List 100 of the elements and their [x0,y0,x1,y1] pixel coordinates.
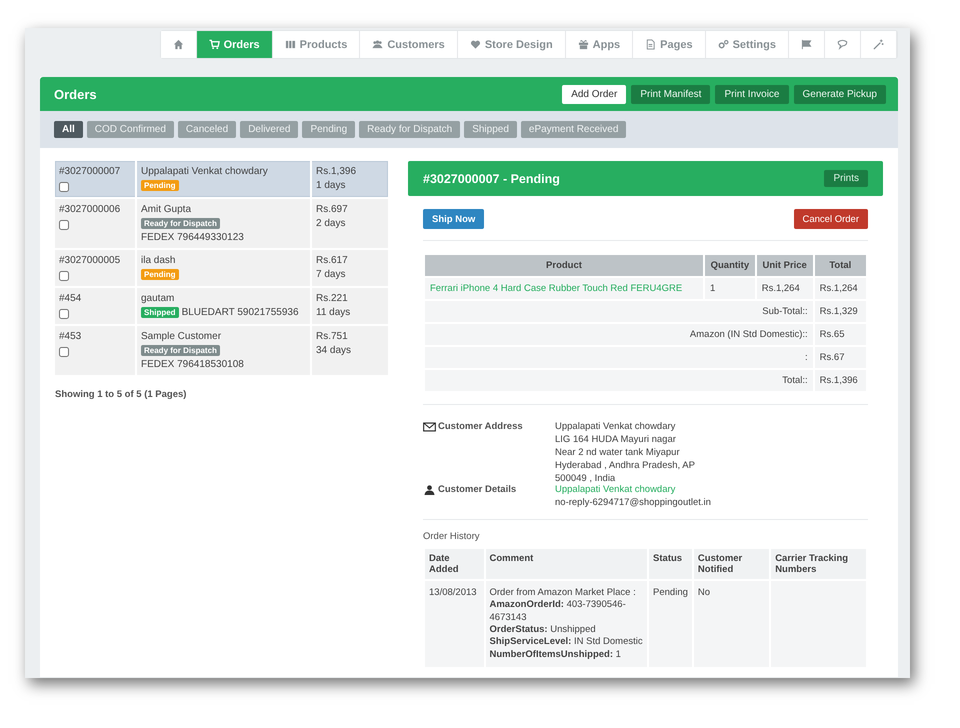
carrier-tracking: BLUEDART 59021755936 [182,307,299,318]
order-age: 11 days [316,307,352,318]
chat-icon [837,39,848,50]
row-checkbox[interactable] [59,347,69,357]
status-badge: Shipped [141,307,179,318]
envelope-icon [423,422,436,432]
column-header: Status [649,549,692,579]
total-value: Rs.65 [814,324,866,345]
column-header: Product [425,255,703,276]
history-title: Order History [423,531,480,542]
column-header: Comment [486,549,648,579]
status-badge: Pending [141,180,179,191]
filter-chip[interactable]: All [54,121,83,138]
row-background[interactable] [55,288,388,324]
ship-now-button[interactable]: Ship Now [423,209,484,229]
order-amount: Rs.221 [316,293,349,304]
order-age: 1 days [316,180,346,191]
address-line: Hyderabad , Andhra Pradesh, AP [555,460,696,471]
prints-button[interactable]: Prints [824,170,868,187]
column-header: Unit Price [756,255,813,276]
customer-name: gautam [141,293,176,304]
heart-icon [470,39,481,50]
address-label: Customer Address [423,421,523,432]
table-cell: Rs.1,264 [756,278,813,299]
address-line: Near 2 nd water tank Miyapur [555,447,681,458]
filter-chip[interactable]: COD Confirmed [86,121,174,138]
filter-chip[interactable]: Shipped [464,121,517,138]
order-age: 7 days [316,269,346,280]
order-age: 2 days [316,218,346,229]
filter-chip[interactable]: Delivered [240,121,298,138]
column-header: Total [814,255,866,276]
order-amount: Rs.1,396 [316,166,358,177]
order-id: #3027000006 [59,204,122,215]
action-button[interactable]: Generate Pickup [794,84,886,104]
row-checkbox[interactable] [59,182,69,192]
pagination-text: Showing 1 to 5 of 5 (1 Pages) [55,389,188,400]
product-link[interactable]: Ferrari iPhone 4 Hard Case Rubber Touch Red FERU4GRE [425,278,703,299]
cancel-order-button[interactable]: Cancel Order [794,209,868,229]
action-button[interactable]: Print Manifest [631,84,710,104]
total-label: Amazon (IN Std Domestic):: [425,324,813,345]
row-checkbox[interactable] [59,220,69,230]
table-cell: Pending [649,581,692,668]
address-line: 500049 , India [555,473,616,484]
row-background[interactable] [55,161,388,197]
order-title: #3027000007 - Pending [423,172,560,186]
row-background[interactable] [55,326,388,375]
grid-icon [284,39,296,50]
action-button[interactable]: Add Order [562,84,626,104]
total-value: Rs.1,329 [814,301,866,322]
order-id: #3027000007 [59,166,122,177]
user-icon [423,484,436,494]
customer-email: no-reply-6294717@shoppingoutlet.in [555,497,712,508]
customer-name: Uppalapati Venkat chowdary [141,166,269,177]
doc-icon [645,39,656,50]
row-background[interactable] [55,250,388,286]
order-id: #453 [59,331,82,342]
details-label: Customer Details [423,484,516,495]
order-age: 34 days [316,345,352,356]
carrier-tracking: FEDEX 796418530108 [141,359,244,370]
gears-icon [718,39,729,50]
status-badge: Ready for Dispatch [141,345,220,356]
column-header: Date Added [425,549,484,579]
total-label: Total:: [425,370,813,391]
gift-icon [578,39,589,50]
row-checkbox[interactable] [59,309,69,319]
column-header: Customer Notified [694,549,770,579]
table-cell: Rs.1,264 [814,278,866,299]
wand-icon [873,39,884,50]
address-line: Uppalapati Venkat chowdary [555,421,676,432]
table-cell: 13/08/2013 [425,581,484,668]
comment-cell: Order from Amazon Market Place : AmazonOrderId: 403-7390546-4673143 OrderStatus: Unshipped ShipServiceLevel: IN Std Domestic NumberOfItemsUnshipped: 1 [486,581,648,668]
filter-chip[interactable]: Canceled [178,121,236,138]
panel-title: Orders [54,86,97,102]
order-amount: Rs.751 [316,331,349,342]
customer-name: Amit Gupta [141,204,192,215]
filter-chip[interactable]: Ready for Dispatch [359,121,460,138]
order-amount: Rs.697 [316,204,349,215]
filter-chip[interactable]: ePayment Received [520,121,626,138]
home-icon [172,39,184,50]
customer-name: ila dash [141,255,176,266]
column-header: Quantity [705,255,755,276]
nav-tab[interactable] [160,31,197,58]
table-cell: 1 [705,278,755,299]
filter-chip[interactable]: Pending [302,121,356,138]
status-badge: Ready for Dispatch [141,218,220,229]
address-line: LIG 164 HUDA Mayuri nagar [555,434,677,445]
order-id: #454 [59,293,82,304]
customer-link[interactable]: Uppalapati Venkat chowdary [555,484,868,495]
order-id: #3027000005 [59,255,122,266]
action-button[interactable]: Print Invoice [715,84,788,104]
order-amount: Rs.617 [316,255,349,266]
cart-icon [208,39,220,50]
users-icon [372,39,384,50]
row-background[interactable] [55,199,388,248]
nav-tab[interactable]: Orders [196,31,273,58]
row-checkbox[interactable] [59,271,69,281]
carrier-tracking: FEDEX 796449330123 [141,232,244,243]
column-header: Carrier Tracking Numbers [771,549,866,579]
total-label: Sub-Total:: [425,301,813,322]
total-value: Rs.1,396 [814,370,866,391]
